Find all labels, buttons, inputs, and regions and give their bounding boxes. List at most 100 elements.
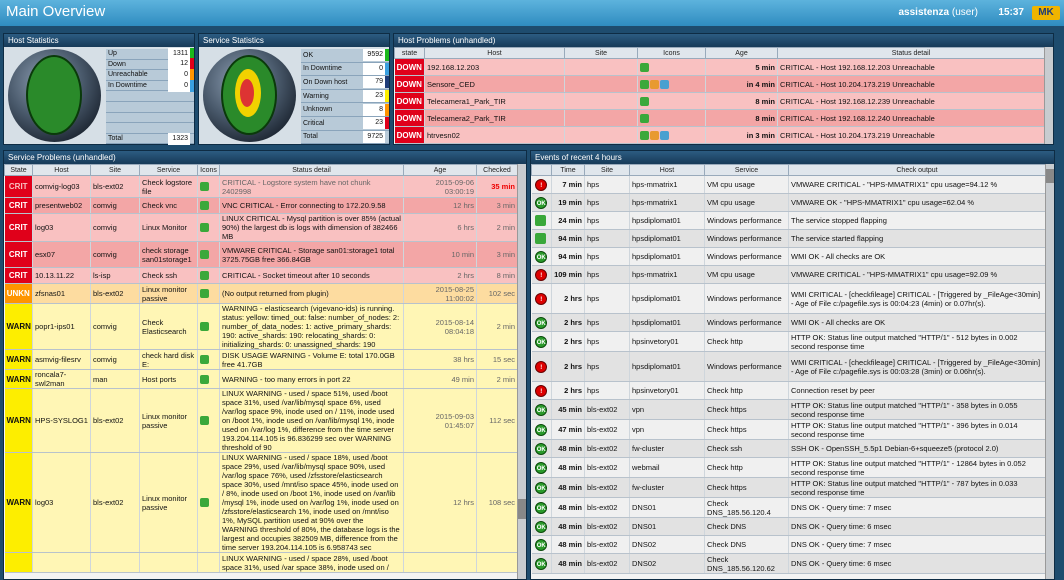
service-problems-scrollbar[interactable] — [517, 164, 526, 579]
host-link[interactable]: DNS01 — [629, 517, 705, 536]
host-link[interactable]: hpsdiplomat01 — [629, 351, 705, 382]
table-row[interactable]: WARN popr1-ips01 comvig Check Elasticsearch… — [4, 303, 518, 350]
host-link[interactable]: vpn — [629, 399, 705, 420]
host-link[interactable]: presentweb02 — [32, 197, 91, 214]
host-link[interactable]: hps-mmatrix1 — [629, 265, 705, 284]
table-row[interactable]: UNKN zfsnas01 bls-ext02 Linux monitor passi… — [4, 283, 518, 304]
column-header[interactable]: Service — [139, 164, 198, 176]
action-icon[interactable] — [200, 355, 209, 365]
service-link[interactable]: Check http — [704, 381, 789, 400]
event-row[interactable]: OK 94 min hps hpsdiplomat01 Windows performa… — [531, 247, 1046, 266]
table-row[interactable]: DOWN Sensore_CED in 4 min CRITICAL - Host 1… — [394, 75, 1045, 93]
action-icon[interactable] — [640, 130, 649, 140]
service-link[interactable]: Check ssh — [704, 439, 789, 458]
brand-logo[interactable]: MK — [1032, 6, 1060, 20]
service-link[interactable]: Linux monitor passive — [139, 283, 198, 304]
table-row[interactable]: CRIT 10.13.11.22 ls-isp Check ssh CRITICAL -… — [4, 267, 518, 284]
host-link[interactable]: vpn — [629, 419, 705, 440]
action-icon[interactable] — [200, 201, 209, 211]
action-icon[interactable] — [640, 113, 649, 123]
table-row[interactable]: DOWN Telecamera2_Park_TIR 8 min CRITICAL - … — [394, 109, 1045, 127]
host-link[interactable]: roncala7-swl2man — [32, 369, 91, 389]
user-info[interactable]: assistenza (user) — [899, 7, 979, 18]
service-link[interactable]: Linux monitor passive — [139, 388, 198, 453]
event-row[interactable]: 24 min hps hpsdiplomat01 Windows performanc… — [531, 211, 1046, 230]
action-icon[interactable] — [200, 374, 209, 384]
service-link[interactable]: Windows performance — [704, 351, 789, 382]
event-row[interactable]: OK 2 hrs hps hpsinvetory01 Check http HTTP OK… — [531, 331, 1046, 352]
column-header[interactable]: Time — [551, 164, 585, 176]
event-row[interactable]: ! 7 min hps hps-mmatrix1 VM cpu usage VMWARE … — [531, 175, 1046, 194]
event-row[interactable]: OK 45 min bls-ext02 vpn Check https HTTP OK: … — [531, 399, 1046, 420]
event-row[interactable]: ! 2 hrs hps hpsdiplomat01 Windows performanc… — [531, 283, 1046, 314]
service-globe-icon[interactable] — [203, 49, 296, 142]
column-header[interactable]: Site — [90, 164, 140, 176]
host-link[interactable]: log03 — [32, 213, 91, 242]
column-header[interactable]: Site — [584, 164, 630, 176]
service-link[interactable]: Check http — [704, 331, 789, 352]
column-header[interactable]: Host — [629, 164, 705, 176]
comment-icon[interactable] — [650, 79, 659, 89]
service-link[interactable]: check hard disk E: — [139, 349, 198, 370]
host-link[interactable]: 192.168.12.203 — [424, 58, 565, 76]
host-link[interactable]: hps-mmatrix1 — [629, 175, 705, 194]
host-link[interactable]: htrvesn02 — [424, 126, 565, 144]
host-link[interactable]: comvig-log03 — [32, 175, 91, 198]
host-link[interactable]: hpsinvetory01 — [629, 331, 705, 352]
service-link[interactable]: Check logstore file — [139, 175, 198, 198]
action-icon[interactable] — [200, 223, 209, 233]
service-link[interactable]: Linux monitor passive — [139, 452, 198, 553]
column-header[interactable]: Checked — [476, 164, 518, 176]
table-row[interactable]: DOWN htrvesn02 in 3 min CRITICAL - Host 10.… — [394, 126, 1045, 144]
host-link[interactable]: log03 — [32, 452, 91, 553]
event-row[interactable]: ! 109 min hps hps-mmatrix1 VM cpu usage VMWAR… — [531, 265, 1046, 284]
action-icon[interactable] — [200, 250, 209, 260]
stat-row[interactable]: OK 9592 — [301, 49, 389, 63]
service-link[interactable]: Linux Monitor — [139, 213, 198, 242]
table-row[interactable]: CRIT log03 comvig Linux Monitor LINUX CRITIC… — [4, 213, 518, 242]
host-link[interactable]: DNS02 — [629, 553, 705, 574]
column-header[interactable]: Service — [704, 164, 789, 176]
service-link[interactable]: Check https — [704, 399, 789, 420]
table-row[interactable]: WARN asmvig-filesrv comvig check hard disk … — [4, 349, 518, 370]
event-row[interactable]: OK 48 min bls-ext02 webmail Check http HTTP O… — [531, 457, 1046, 478]
service-link[interactable]: Check ssh — [139, 267, 198, 284]
host-link[interactable]: hpsdiplomat01 — [629, 313, 705, 332]
comment-icon[interactable] — [650, 130, 659, 140]
host-link[interactable]: hps-mmatrix1 — [629, 193, 705, 212]
service-link[interactable]: Windows performance — [704, 247, 789, 266]
event-row[interactable]: OK 19 min hps hps-mmatrix1 VM cpu usage VMWAR… — [531, 193, 1046, 212]
table-row[interactable]: CRIT comvig-log03 bls-ext02 Check logstore … — [4, 175, 518, 198]
event-row[interactable]: OK 47 min bls-ext02 vpn Check https HTTP OK: … — [531, 419, 1046, 440]
host-link[interactable]: hpsdiplomat01 — [629, 247, 705, 266]
host-link[interactable]: hpsdiplomat01 — [629, 283, 705, 314]
host-link[interactable]: hpsdiplomat01 — [629, 211, 705, 230]
action-icon[interactable] — [200, 271, 209, 281]
table-row[interactable]: DOWN 192.168.12.203 5 min CRITICAL - Host 1… — [394, 58, 1045, 76]
table-row[interactable]: WARN HPS-SYSLOG1 bls-ext02 Linux monitor pa… — [4, 388, 518, 453]
stat-row[interactable]: On Down host 79 — [301, 76, 389, 90]
action-icon[interactable] — [640, 96, 649, 106]
column-header[interactable]: state — [394, 47, 425, 59]
action-icon[interactable] — [640, 62, 649, 72]
host-link[interactable]: esx07 — [32, 241, 91, 268]
host-globe-icon[interactable] — [8, 49, 101, 142]
action-icon[interactable] — [200, 416, 209, 426]
action-icon[interactable] — [200, 289, 209, 299]
host-link[interactable]: Telecamera1_Park_TIR — [424, 92, 565, 110]
column-header[interactable]: Check output — [788, 164, 1046, 176]
column-header[interactable]: Host — [32, 164, 91, 176]
table-row[interactable]: WARN log03 bls-ext02 Linux monitor passive L… — [4, 452, 518, 553]
action-icon[interactable] — [200, 498, 209, 508]
service-link[interactable]: Windows performance — [704, 313, 789, 332]
service-link[interactable]: Windows performance — [704, 283, 789, 314]
service-link[interactable]: Check https — [704, 477, 789, 498]
action-icon[interactable] — [200, 182, 209, 192]
service-link[interactable]: Check DNS — [704, 535, 789, 554]
service-link[interactable]: Check DNS_185.56.120.62 — [704, 553, 789, 574]
event-row[interactable]: 94 min hps hpsdiplomat01 Windows performanc… — [531, 229, 1046, 248]
stat-row[interactable]: Warning 23 — [301, 89, 389, 104]
column-header[interactable]: Host — [424, 47, 565, 59]
event-row[interactable]: OK 48 min bls-ext02 DNS01 Check DNS_185.56.1… — [531, 497, 1046, 518]
event-row[interactable]: ! 2 hrs hps hpsdiplomat01 Windows performanc… — [531, 351, 1046, 382]
